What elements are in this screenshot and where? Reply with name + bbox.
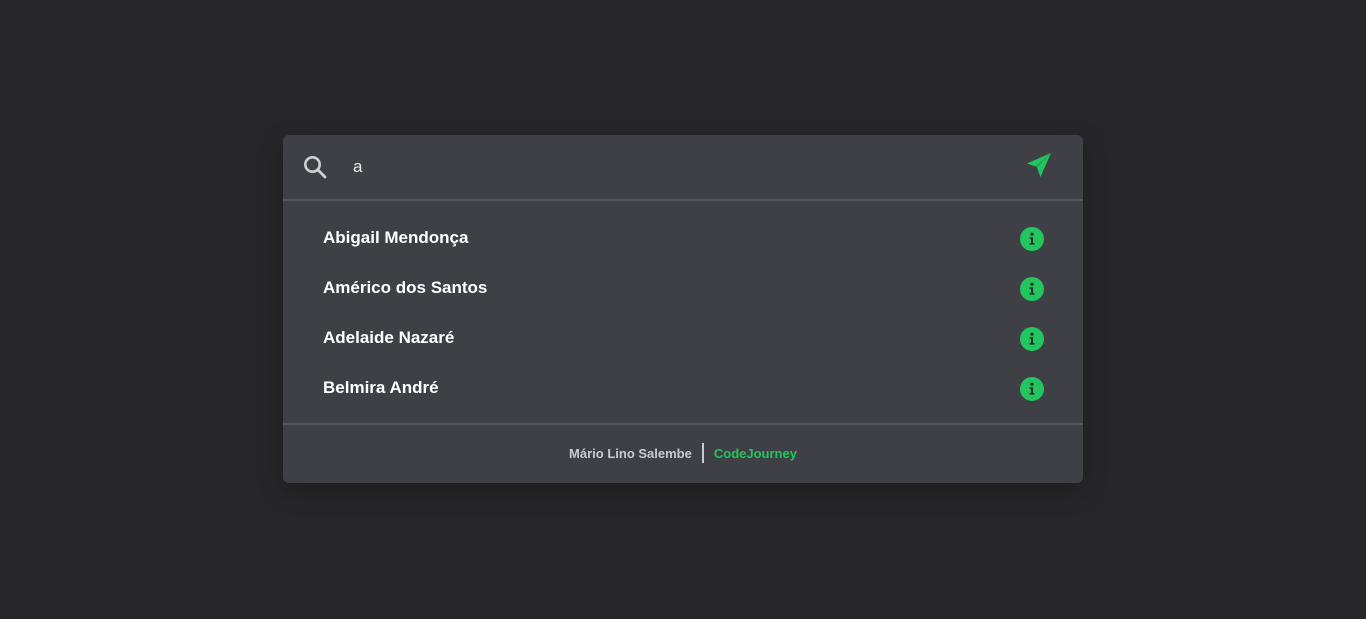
send-button[interactable] xyxy=(1023,151,1055,183)
info-icon[interactable] xyxy=(1020,277,1044,301)
footer-divider xyxy=(701,443,704,463)
footer-author: Mário Lino Salembe xyxy=(569,445,692,461)
result-name: Adelaide Nazaré xyxy=(323,328,455,347)
list-item[interactable]: Abigail Mendonça xyxy=(283,214,1083,264)
result-name: Belmira André xyxy=(323,378,439,397)
search-input[interactable] xyxy=(353,149,1013,185)
list-item[interactable]: Adelaide Nazaré xyxy=(283,314,1083,364)
info-icon[interactable] xyxy=(1020,377,1044,401)
footer: Mário Lino Salembe CodeJourney xyxy=(283,425,1083,481)
footer-brand-link[interactable]: CodeJourney xyxy=(714,446,797,461)
search-icon xyxy=(303,155,327,179)
info-icon[interactable] xyxy=(1020,327,1044,351)
result-name: Abigail Mendonça xyxy=(323,228,469,247)
list-item[interactable]: Belmira André xyxy=(283,364,1083,414)
search-card: Abigail Mendonça Américo dos Santos Adel… xyxy=(283,135,1083,483)
list-item[interactable]: Américo dos Santos xyxy=(283,264,1083,314)
results-list: Abigail Mendonça Américo dos Santos Adel… xyxy=(283,201,1083,425)
info-icon[interactable] xyxy=(1020,227,1044,251)
send-icon xyxy=(1025,151,1053,184)
search-bar xyxy=(283,135,1083,201)
result-name: Américo dos Santos xyxy=(323,278,488,297)
